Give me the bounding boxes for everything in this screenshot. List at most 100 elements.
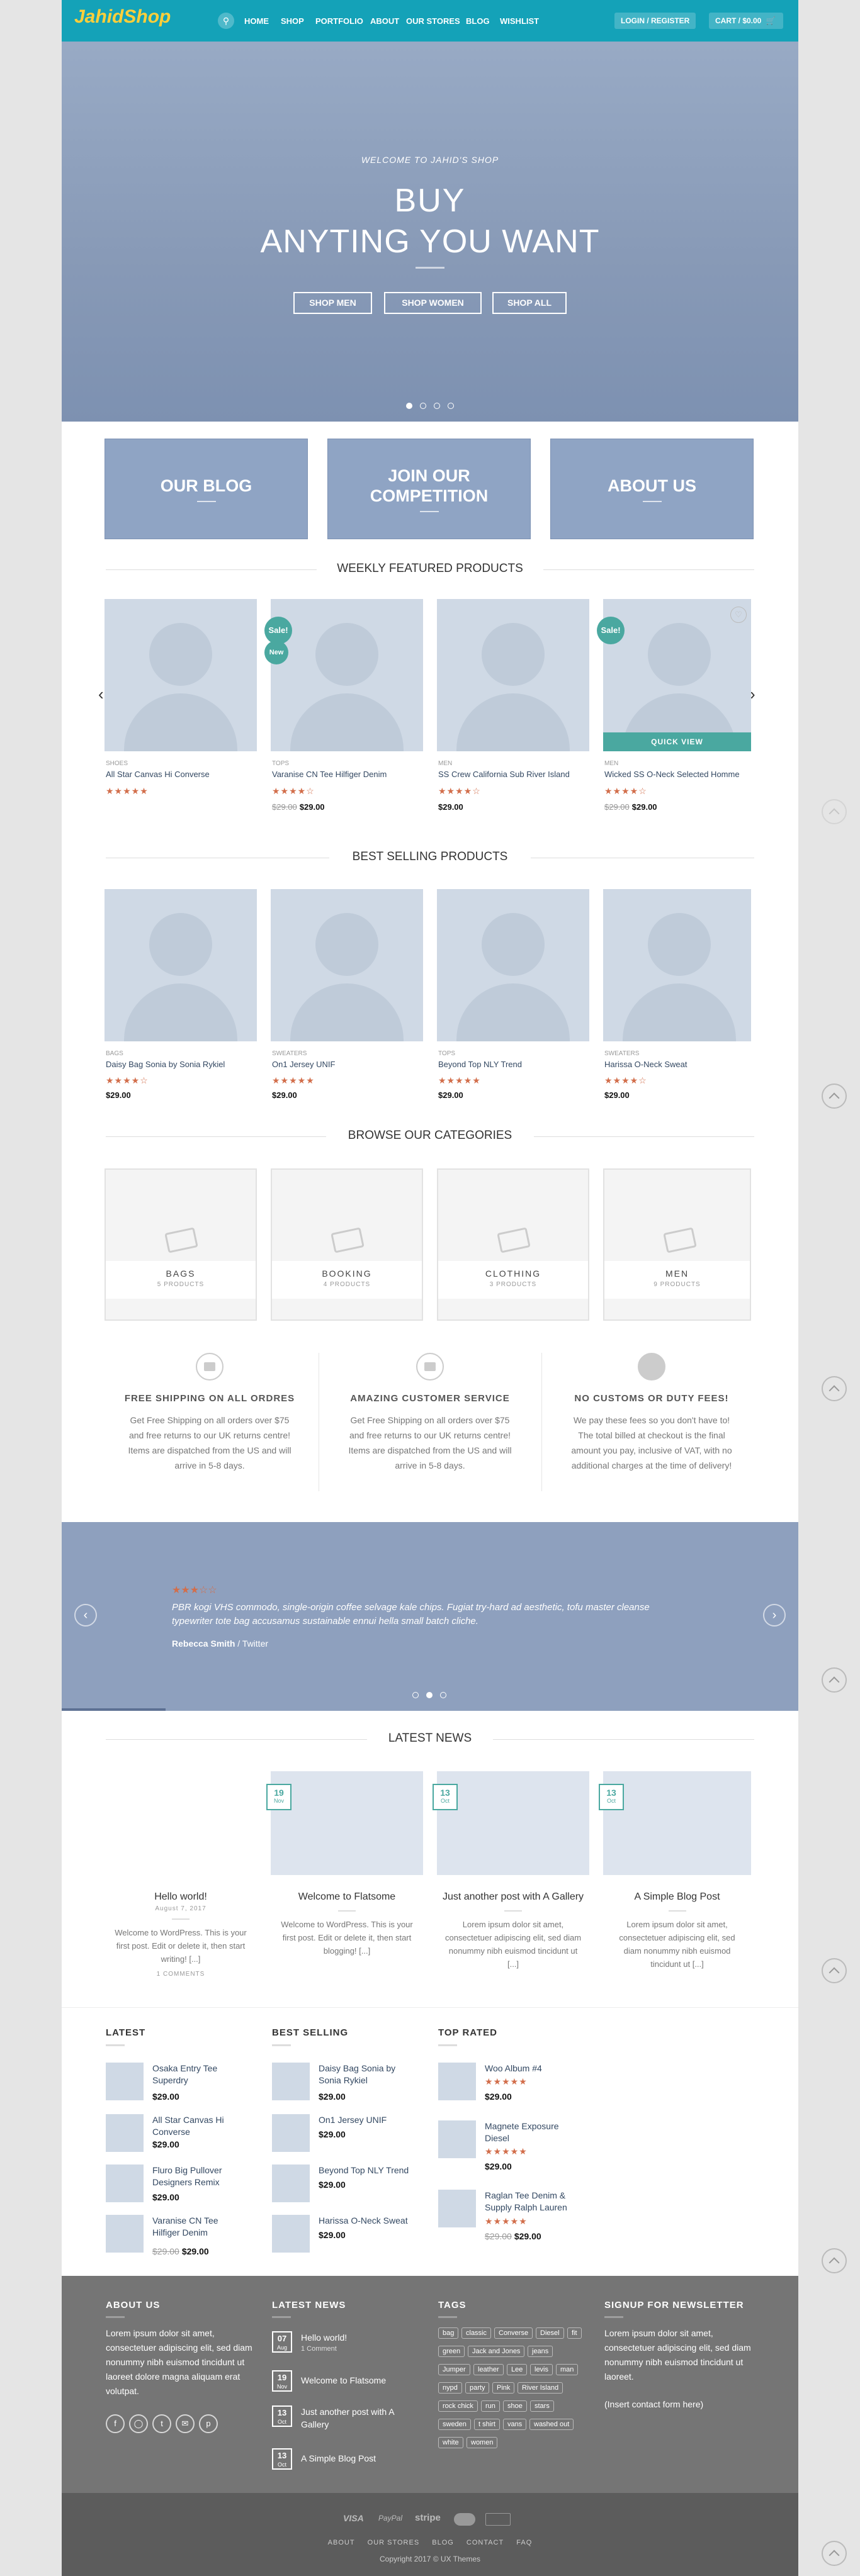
footer-news-link[interactable]: Just another post with A Gallery xyxy=(301,2405,414,2431)
tag-link[interactable]: leather xyxy=(473,2364,504,2375)
back-to-top-button[interactable] xyxy=(822,2248,847,2273)
product-thumb[interactable] xyxy=(438,2120,476,2158)
product-thumb[interactable] xyxy=(106,2063,144,2100)
instagram-icon[interactable]: ◯ xyxy=(129,2414,148,2433)
footer-link-faq[interactable]: FAQ xyxy=(516,2539,532,2546)
widget-product-name[interactable]: Beyond Top NLY Trend xyxy=(319,2164,413,2176)
promo-competition[interactable]: JOIN OUR COMPETITION xyxy=(327,439,531,539)
nav-our-stores[interactable]: OUR STORES xyxy=(406,16,460,26)
product-name[interactable]: Beyond Top NLY Trend xyxy=(438,1060,522,1069)
testimonial-dot-3[interactable] xyxy=(440,1692,446,1698)
product-thumb[interactable] xyxy=(438,2190,476,2227)
nav-blog[interactable]: BLOG xyxy=(466,16,490,26)
product-image[interactable]: QUICK VIEW xyxy=(603,599,751,751)
carousel-prev-arrow[interactable]: ‹ xyxy=(98,685,104,704)
product-thumb[interactable] xyxy=(272,2215,310,2253)
product-thumb[interactable] xyxy=(272,2164,310,2202)
twitter-icon[interactable]: t xyxy=(152,2414,171,2433)
product-thumb[interactable] xyxy=(106,2215,144,2253)
newsletter-form[interactable]: (Insert contact form here) xyxy=(604,2399,703,2409)
footer-news-link[interactable]: A Simple Blog Post xyxy=(301,2453,376,2463)
category-men[interactable]: MEN 9 PRODUCTS xyxy=(603,1168,751,1321)
tag-link[interactable]: stars xyxy=(530,2400,554,2412)
news-post[interactable]: Welcome to Flatsome Welcome to WordPress.… xyxy=(271,1771,423,1957)
testimonial-dot-2[interactable] xyxy=(426,1692,433,1698)
quick-view-button[interactable]: QUICK VIEW xyxy=(603,732,751,751)
logo[interactable]: JahidShop xyxy=(74,6,171,28)
post-title[interactable]: Hello world! xyxy=(105,1890,257,1904)
back-to-top-button[interactable] xyxy=(822,1084,847,1109)
tag-link[interactable]: fit xyxy=(567,2327,582,2339)
tag-link[interactable]: women xyxy=(467,2437,498,2448)
footer-link-about[interactable]: ABOUT xyxy=(328,2539,355,2546)
tag-link[interactable]: levis xyxy=(530,2364,553,2375)
widget-product-name[interactable]: Raglan Tee Denim & Supply Ralph Lauren xyxy=(485,2190,592,2214)
product-thumb[interactable] xyxy=(272,2063,310,2100)
news-post[interactable]: Hello world! August 7, 2017 Welcome to Wor… xyxy=(105,1771,257,1978)
shop-men-button[interactable]: SHOP MEN xyxy=(293,292,372,314)
product-image[interactable] xyxy=(437,889,589,1041)
wishlist-heart-icon[interactable]: ♡ xyxy=(730,607,747,623)
product-image[interactable] xyxy=(105,599,257,751)
post-title[interactable]: Just another post with A Gallery xyxy=(437,1890,589,1904)
promo-our-blog[interactable]: OUR BLOG xyxy=(105,439,308,539)
tag-link[interactable]: classic xyxy=(461,2327,492,2339)
product-name[interactable]: Varanise CN Tee Hilfiger Denim xyxy=(272,770,387,779)
product-image[interactable] xyxy=(271,599,423,751)
product-image[interactable] xyxy=(437,599,589,751)
tag-link[interactable]: Pink xyxy=(492,2382,515,2394)
back-to-top-button[interactable] xyxy=(822,1958,847,1983)
tag-link[interactable]: Jumper xyxy=(438,2364,470,2375)
slider-dot-3[interactable] xyxy=(434,403,440,409)
tag-link[interactable]: sweden xyxy=(438,2419,471,2430)
category-clothing[interactable]: CLOTHING 3 PRODUCTS xyxy=(437,1168,589,1321)
product-name[interactable]: SS Crew California Sub River Island xyxy=(438,770,570,779)
shop-all-button[interactable]: SHOP ALL xyxy=(492,292,567,314)
tag-link[interactable]: shoe xyxy=(503,2400,527,2412)
tag-link[interactable]: Converse xyxy=(494,2327,533,2339)
tag-link[interactable]: run xyxy=(481,2400,500,2412)
tag-link[interactable]: party xyxy=(465,2382,490,2394)
post-comments[interactable]: 1 COMMENTS xyxy=(105,1971,257,1978)
tag-link[interactable]: nypd xyxy=(438,2382,462,2394)
footer-link-blog[interactable]: BLOG xyxy=(432,2539,454,2546)
product-name[interactable]: On1 Jersey UNIF xyxy=(272,1060,335,1069)
nav-portfolio[interactable]: PORTFOLIO xyxy=(315,16,363,26)
widget-product-name[interactable]: Varanise CN Tee Hilfiger Denim xyxy=(152,2215,240,2239)
back-to-top-button[interactable] xyxy=(822,799,847,824)
testimonial-dot-1[interactable] xyxy=(412,1692,419,1698)
tag-link[interactable]: jeans xyxy=(528,2346,553,2357)
product-thumb[interactable] xyxy=(272,2114,310,2152)
facebook-icon[interactable]: f xyxy=(106,2414,125,2433)
tag-link[interactable]: Diesel xyxy=(536,2327,564,2339)
product-thumb[interactable] xyxy=(106,2164,144,2202)
search-icon[interactable]: ⚲ xyxy=(218,13,234,29)
product-thumb[interactable] xyxy=(438,2063,476,2100)
tag-link[interactable]: rock chick xyxy=(438,2400,478,2412)
nav-about[interactable]: ABOUT xyxy=(370,16,399,26)
testimonial-prev-arrow[interactable]: ‹ xyxy=(74,1604,97,1627)
tag-link[interactable]: man xyxy=(556,2364,579,2375)
tag-link[interactable]: River Island xyxy=(518,2382,563,2394)
post-title[interactable]: A Simple Blog Post xyxy=(603,1890,751,1904)
widget-product-name[interactable]: On1 Jersey UNIF xyxy=(319,2114,413,2126)
nav-wishlist[interactable]: WISHLIST xyxy=(500,16,539,26)
widget-product-name[interactable]: Magnete Exposure Diesel xyxy=(485,2120,586,2144)
news-post[interactable]: A Simple Blog Post Lorem ipsum dolor sit … xyxy=(603,1771,751,1971)
tag-link[interactable]: bag xyxy=(438,2327,459,2339)
news-post[interactable]: Just another post with A Gallery Lorem ip… xyxy=(437,1771,589,1971)
widget-product-name[interactable]: Osaka Entry Tee Superdry xyxy=(152,2063,240,2086)
promo-about-us[interactable]: ABOUT US xyxy=(550,439,754,539)
post-title[interactable]: Welcome to Flatsome xyxy=(271,1890,423,1904)
shop-women-button[interactable]: SHOP WOMEN xyxy=(384,292,482,314)
tag-link[interactable]: Jack and Jones xyxy=(468,2346,525,2357)
testimonial-next-arrow[interactable]: › xyxy=(763,1604,786,1627)
back-to-top-button[interactable] xyxy=(822,2541,847,2566)
slider-dot-2[interactable] xyxy=(420,403,426,409)
widget-product-name[interactable]: All Star Canvas Hi Converse xyxy=(152,2114,240,2138)
nav-shop[interactable]: SHOP xyxy=(281,16,304,26)
email-icon[interactable]: ✉ xyxy=(176,2414,195,2433)
product-name[interactable]: Harissa O-Neck Sweat xyxy=(604,1060,687,1069)
widget-product-name[interactable]: Daisy Bag Sonia by Sonia Rykiel xyxy=(319,2063,413,2086)
tag-link[interactable]: washed out xyxy=(529,2419,574,2430)
